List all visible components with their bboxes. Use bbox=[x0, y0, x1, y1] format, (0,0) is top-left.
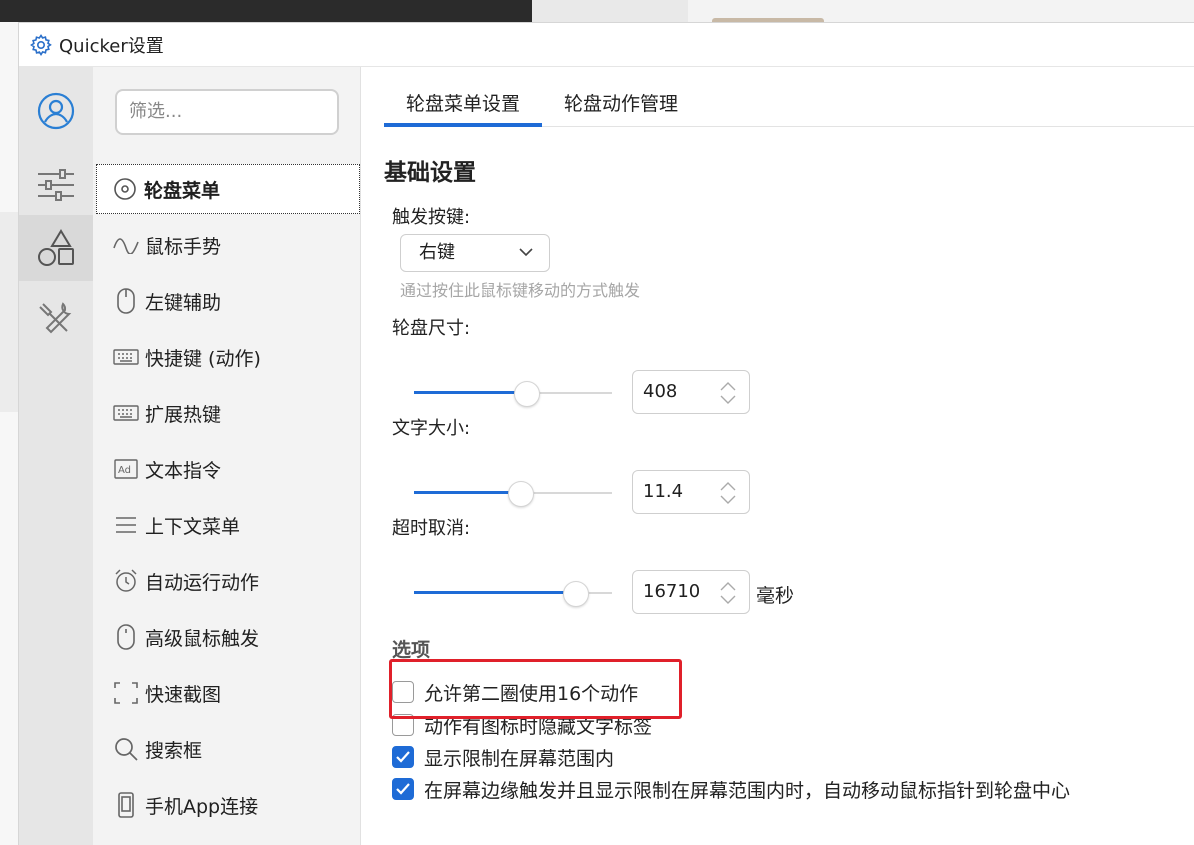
nav-item-label: 鼠标手势 bbox=[145, 235, 222, 258]
shapes-icon bbox=[38, 229, 74, 266]
spin-arrows-icon[interactable] bbox=[719, 580, 737, 606]
nav-item-label: 上下文菜单 bbox=[145, 515, 241, 538]
nav-item-label: 快速截图 bbox=[145, 683, 222, 706]
category-rail bbox=[19, 67, 93, 845]
settings-content: 轮盘菜单设置 轮盘动作管理 基础设置 触发按键: 右键 通过按住此鼠标键移动的方… bbox=[362, 67, 1194, 845]
nav-item-shortcut-actions[interactable]: 快捷键 (动作) bbox=[93, 329, 361, 385]
nav-item-auto-run-actions[interactable]: 自动运行动作 bbox=[93, 553, 361, 609]
timeout-spinbox[interactable]: 16710 bbox=[632, 570, 750, 614]
nav-item-left-click-assist[interactable]: 左键辅助 bbox=[93, 273, 361, 329]
mouse-icon bbox=[113, 288, 139, 314]
checkbox[interactable] bbox=[392, 778, 414, 800]
chevron-down-icon bbox=[519, 248, 533, 257]
trigger-dropdown[interactable]: 右键 bbox=[400, 234, 550, 272]
slider-thumb[interactable] bbox=[508, 481, 534, 507]
nav-item-phone-app[interactable]: 手机App连接 bbox=[93, 777, 361, 833]
nav-item-label: 文本指令 bbox=[145, 459, 222, 482]
background-taskbar bbox=[0, 0, 1194, 22]
tab-wheel-actions[interactable]: 轮盘动作管理 bbox=[542, 85, 700, 127]
option-limit-to-screen[interactable]: 显示限制在屏幕范围内 bbox=[392, 744, 614, 770]
rail-sliders[interactable] bbox=[19, 153, 93, 217]
slider-thumb[interactable] bbox=[563, 581, 589, 607]
size-slider[interactable] bbox=[414, 381, 612, 407]
keyboard-icon bbox=[113, 400, 139, 426]
font-size-value: 11.4 bbox=[643, 481, 684, 502]
timeout-value: 16710 bbox=[643, 581, 701, 602]
rail-tools[interactable] bbox=[19, 287, 93, 351]
option-label: 在屏幕边缘触发并且显示限制在屏幕范围内时，自动移动鼠标指针到轮盘中心 bbox=[424, 779, 1071, 802]
checkmark-icon bbox=[396, 783, 410, 795]
search-icon bbox=[113, 736, 139, 762]
spin-arrows-icon[interactable] bbox=[719, 380, 737, 406]
section-title: 基础设置 bbox=[384, 160, 476, 186]
alarm-icon bbox=[113, 568, 139, 594]
timeout-unit: 毫秒 bbox=[756, 585, 795, 607]
slider-fill bbox=[414, 491, 521, 494]
trigger-value: 右键 bbox=[419, 242, 455, 263]
rail-user[interactable] bbox=[19, 79, 93, 143]
gesture-icon bbox=[113, 232, 139, 258]
nav-item-label: 手机App连接 bbox=[145, 795, 259, 818]
size-value: 408 bbox=[643, 381, 678, 402]
option-label: 显示限制在屏幕范围内 bbox=[424, 747, 615, 770]
options-title: 选项 bbox=[392, 639, 431, 661]
nav-item-mouse-gesture[interactable]: 鼠标手势 bbox=[93, 217, 361, 273]
checkbox[interactable] bbox=[392, 746, 414, 768]
option-move-cursor-to-center[interactable]: 在屏幕边缘触发并且显示限制在屏幕范围内时，自动移动鼠标指针到轮盘中心 bbox=[392, 776, 1070, 802]
nav-item-advanced-mouse-trigger[interactable]: 高级鼠标触发 bbox=[93, 609, 361, 665]
sliders-icon bbox=[38, 169, 74, 201]
screenshot-icon bbox=[113, 680, 139, 706]
tools-icon bbox=[39, 302, 72, 334]
svg-text:Ad: Ad bbox=[118, 465, 131, 476]
nav-item-label: 搜索框 bbox=[145, 739, 203, 762]
slider-thumb[interactable] bbox=[514, 381, 540, 407]
nav-item-label: 扩展热键 bbox=[145, 403, 222, 426]
filter-input[interactable]: 筛选... bbox=[115, 89, 339, 135]
nav-item-label: 快捷键 (动作) bbox=[145, 347, 261, 370]
window-title: Quicker设置 bbox=[59, 35, 164, 57]
nav-item-quick-screenshot[interactable]: 快速截图 bbox=[93, 665, 361, 721]
title-bar: Quicker设置 bbox=[19, 23, 1194, 67]
settings-window: Quicker设置 筛选... 轮盘菜单 鼠标手势 左键辅助 快捷键 (动作) … bbox=[18, 22, 1194, 845]
trigger-label: 触发按键: bbox=[392, 207, 471, 228]
spin-arrows-icon[interactable] bbox=[719, 480, 737, 506]
font-size-label: 文字大小: bbox=[392, 418, 471, 439]
user-icon bbox=[37, 92, 75, 130]
gear-icon bbox=[30, 33, 52, 56]
timeout-label: 超时取消: bbox=[392, 518, 471, 539]
keyboard-icon bbox=[113, 344, 139, 370]
settings-nav: 筛选... 轮盘菜单 鼠标手势 左键辅助 快捷键 (动作) 扩展热键 Ad 文本… bbox=[93, 67, 361, 845]
background-window-edge bbox=[0, 22, 18, 845]
nav-list: 轮盘菜单 鼠标手势 左键辅助 快捷键 (动作) 扩展热键 Ad 文本指令 上下文… bbox=[93, 161, 361, 833]
nav-item-label: 左键辅助 bbox=[145, 291, 222, 314]
nav-item-label: 轮盘菜单 bbox=[144, 179, 221, 202]
size-label: 轮盘尺寸: bbox=[392, 318, 471, 339]
ad-icon: Ad bbox=[113, 456, 139, 482]
nav-item-extended-hotkeys[interactable]: 扩展热键 bbox=[93, 385, 361, 441]
size-spinbox[interactable]: 408 bbox=[632, 370, 750, 414]
nav-item-wheel-menu[interactable]: 轮盘菜单 bbox=[96, 164, 360, 214]
font-size-slider[interactable] bbox=[414, 481, 612, 507]
background-tab bbox=[532, 0, 688, 22]
timeout-slider[interactable] bbox=[414, 581, 612, 607]
tab-wheel-settings[interactable]: 轮盘菜单设置 bbox=[384, 85, 543, 127]
slider-fill bbox=[414, 591, 576, 594]
wheel-icon bbox=[112, 176, 138, 202]
trigger-hint: 通过按住此鼠标键移动的方式触发 bbox=[400, 281, 641, 300]
tab-bar: 轮盘菜单设置 轮盘动作管理 bbox=[384, 85, 1194, 127]
nav-item-text-commands[interactable]: Ad 文本指令 bbox=[93, 441, 361, 497]
nav-item-label: 自动运行动作 bbox=[145, 571, 260, 594]
rail-shapes[interactable] bbox=[19, 215, 93, 281]
nav-item-context-menu[interactable]: 上下文菜单 bbox=[93, 497, 361, 553]
slider-fill bbox=[414, 391, 527, 394]
phone-icon bbox=[113, 792, 139, 818]
checkmark-icon bbox=[396, 751, 410, 763]
nav-item-label: 高级鼠标触发 bbox=[145, 627, 260, 650]
font-size-spinbox[interactable]: 11.4 bbox=[632, 470, 750, 514]
nav-item-search-box[interactable]: 搜索框 bbox=[93, 721, 361, 777]
red-highlight-box bbox=[389, 659, 682, 719]
menu-icon bbox=[113, 512, 139, 538]
background-band bbox=[0, 212, 18, 412]
mouse-icon bbox=[113, 624, 139, 650]
